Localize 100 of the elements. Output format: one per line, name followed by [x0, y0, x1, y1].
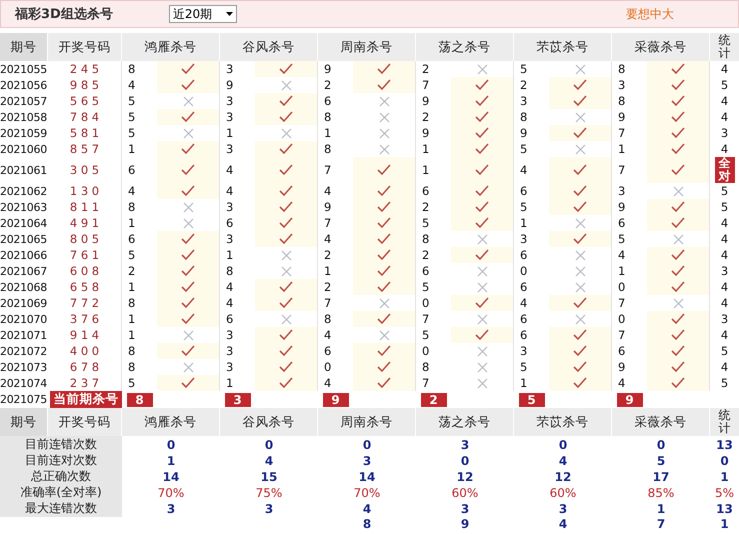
- kill-number: 1: [323, 125, 332, 141]
- kill-number: 6: [225, 215, 234, 231]
- stat-value: 3: [558, 501, 568, 518]
- kill-number: 3: [617, 77, 626, 93]
- kill-number: 5: [421, 327, 430, 343]
- caret-icon: [226, 12, 233, 16]
- kill-number: 6: [519, 183, 528, 199]
- kill-number: 7: [617, 125, 626, 141]
- period-cell-text: 2021070: [0, 312, 48, 327]
- kill-number: 5: [127, 125, 136, 141]
- stat-value: 13: [715, 437, 734, 454]
- kill-number: 6: [617, 215, 626, 231]
- stat-value: 4: [558, 516, 568, 532]
- draw-numbers: 8 1 1: [48, 199, 122, 215]
- kill-number: 5: [127, 247, 136, 263]
- kill-number: 4: [519, 162, 528, 179]
- kill-number: 5: [519, 61, 528, 77]
- kill-badge: 5: [518, 392, 544, 406]
- stat-value: 75%: [254, 485, 284, 502]
- draw-numbers: 4 0 0: [48, 343, 122, 359]
- stat-value: 12: [554, 469, 572, 486]
- kill-number: 5: [617, 231, 626, 247]
- draw-numbers: 6 7 8: [48, 359, 122, 375]
- kill-number: 4: [225, 279, 234, 295]
- stat-cell-text: 5: [720, 77, 730, 93]
- kill-number: 4: [225, 162, 234, 179]
- period-cell-text: 2021069: [0, 296, 48, 311]
- column-header: 荡之杀号: [416, 408, 514, 436]
- kill-number: 5: [127, 109, 136, 125]
- period-cell-text: 2021075: [0, 392, 48, 408]
- kill-number: 5: [421, 215, 430, 231]
- range-select[interactable]: 近20期: [168, 5, 237, 23]
- period-cell-text: 2021056: [0, 78, 48, 93]
- draw-numbers: 7 8 4: [48, 109, 122, 125]
- kill-number: 9: [323, 61, 332, 77]
- kill-number: 3: [225, 199, 234, 215]
- stat-value: 12: [456, 469, 474, 486]
- kill-number: 9: [617, 199, 626, 215]
- period-cell-text: 2021074: [0, 376, 48, 391]
- draw-numbers: 2 4 5: [48, 61, 122, 77]
- stat-value: 70%: [156, 485, 186, 502]
- kill-number: 9: [421, 125, 430, 141]
- stat-value: 3: [460, 437, 470, 454]
- kill-number: 6: [519, 279, 528, 295]
- stat-cell-text: 5: [720, 375, 730, 391]
- kill-number: 1: [421, 141, 430, 157]
- draw-numbers: 7 7 2: [48, 295, 122, 311]
- stat-cell-text: 4: [720, 279, 730, 295]
- draw-numbers: 8 5 7: [48, 141, 122, 157]
- stat-value: 3: [362, 453, 372, 470]
- period-cell-text: 2021057: [0, 94, 48, 109]
- kill-number: 5: [127, 93, 136, 109]
- kill-number: 7: [421, 77, 430, 93]
- kill-number: 3: [225, 343, 234, 359]
- kill-number: 5: [519, 359, 528, 375]
- stat-value: 0: [264, 437, 274, 454]
- kill-number: 6: [519, 247, 528, 263]
- column-header: 芣苡杀号: [514, 408, 612, 436]
- stat-value: 4: [558, 453, 568, 470]
- kill-number: 3: [225, 327, 234, 343]
- full-hit-badge: 全对: [714, 157, 734, 183]
- column-header: 期号: [0, 33, 48, 61]
- kill-number: 7: [421, 311, 430, 327]
- stat-value: 0: [656, 437, 666, 454]
- draw-numbers: 9 8 5: [48, 77, 122, 93]
- kill-number: 1: [519, 375, 528, 391]
- draw-numbers: 3 0 5: [48, 157, 122, 183]
- stat-value: 15: [260, 469, 278, 486]
- stat-value: 1: [656, 501, 666, 518]
- draw-numbers: 1 3 0: [48, 183, 122, 199]
- kill-number: 2: [421, 109, 430, 125]
- stat-cell-text: 4: [720, 359, 730, 375]
- stat-value: 13: [715, 501, 734, 518]
- kill-number: 0: [617, 279, 626, 295]
- kill-number: 6: [225, 311, 234, 327]
- kill-number: 0: [421, 343, 430, 359]
- kill-number: 7: [617, 162, 626, 179]
- kill-number: 9: [617, 109, 626, 125]
- stat-value: 0: [719, 453, 730, 470]
- period-cell-text: 2021064: [0, 216, 48, 231]
- kill-number: 1: [127, 279, 136, 295]
- kill-number: 2: [519, 77, 528, 93]
- stat-value: 17: [652, 469, 670, 486]
- kill-number: 2: [323, 247, 332, 263]
- kill-number: 2: [421, 199, 430, 215]
- kill-number: 6: [323, 93, 332, 109]
- kill-number: 7: [323, 215, 332, 231]
- period-cell-text: 2021061: [0, 162, 48, 178]
- draw-numbers: 5 8 1: [48, 125, 122, 141]
- kill-number: 2: [421, 61, 430, 77]
- kill-number: 0: [323, 359, 332, 375]
- kill-number: 8: [617, 93, 626, 109]
- kill-number: 3: [225, 109, 234, 125]
- stat-label: 最大连错次数: [0, 500, 122, 518]
- kill-number: 8: [421, 231, 430, 247]
- kill-number: 8: [225, 263, 234, 279]
- kill-number: 1: [127, 327, 136, 343]
- column-header: 谷风杀号: [220, 408, 318, 436]
- kill-number: 1: [127, 215, 136, 231]
- kill-number: 3: [519, 93, 528, 109]
